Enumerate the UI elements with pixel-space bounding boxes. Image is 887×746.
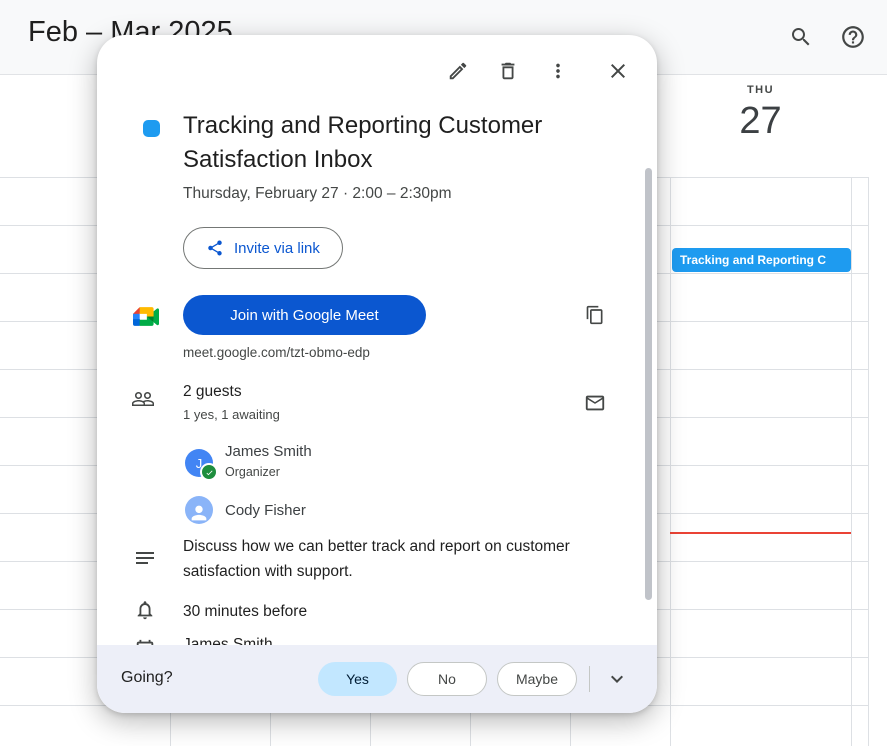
grid-line-vertical — [670, 177, 671, 746]
meet-link-text: meet.google.com/tzt-obmo-edp — [183, 345, 370, 360]
more-options-icon[interactable] — [544, 57, 572, 85]
calendar-icon — [134, 638, 156, 645]
email-guests-icon[interactable] — [581, 389, 609, 417]
edit-event-icon[interactable] — [444, 57, 472, 85]
join-google-meet-button[interactable]: Join with Google Meet — [183, 295, 426, 335]
rsvp-maybe-button[interactable]: Maybe — [497, 662, 577, 696]
grid-line-vertical — [851, 177, 852, 746]
search-icon[interactable] — [784, 20, 818, 54]
accepted-check-icon — [200, 463, 218, 481]
close-icon[interactable] — [604, 57, 632, 85]
avatar — [185, 496, 213, 524]
rsvp-footer: Going? Yes No Maybe — [97, 645, 657, 713]
guests-icon — [131, 387, 155, 416]
going-label: Going? — [121, 669, 173, 687]
google-calendar-app: Feb – Mar 2025 THU 27 Tracking and Repor… — [0, 0, 887, 746]
attendee-role: Organizer — [225, 465, 280, 479]
day-of-week-label: THU — [670, 84, 851, 96]
guests-rsvp-summary: 1 yes, 1 awaiting — [183, 407, 280, 422]
attendee-name: James Smith — [225, 443, 312, 460]
notification-text: 30 minutes before — [183, 603, 307, 621]
event-title: Tracking and Reporting Customer Satisfac… — [183, 109, 613, 177]
invite-via-link-label: Invite via link — [234, 240, 320, 257]
notification-bell-icon — [134, 599, 156, 626]
current-time-indicator — [670, 532, 851, 534]
chevron-down-icon[interactable] — [601, 663, 633, 695]
help-icon[interactable] — [836, 20, 870, 54]
copy-meet-link-icon[interactable] — [581, 301, 609, 329]
avatar: J — [185, 449, 213, 477]
calendar-owner-name: James Smith — [183, 636, 273, 645]
event-color-swatch — [143, 120, 160, 137]
popup-scrollbar[interactable] — [645, 168, 652, 600]
share-icon — [206, 239, 224, 257]
event-datetime: Thursday, February 27 · 2:00 – 2:30pm — [183, 185, 452, 203]
grid-line-vertical — [868, 177, 869, 746]
calendar-event-chip[interactable]: Tracking and Reporting C — [672, 248, 851, 272]
guests-count: 2 guests — [183, 383, 242, 401]
rsvp-yes-button[interactable]: Yes — [318, 662, 397, 696]
description-icon — [133, 546, 157, 575]
day-number-label: 27 — [670, 100, 851, 143]
day-header-thu-27[interactable]: THU 27 — [670, 84, 851, 143]
event-description: Discuss how we can better track and repo… — [183, 534, 619, 584]
invite-via-link-button[interactable]: Invite via link — [183, 227, 343, 269]
rsvp-divider — [589, 666, 590, 692]
event-details-popup: Tracking and Reporting Customer Satisfac… — [97, 35, 657, 713]
event-details-content: Tracking and Reporting Customer Satisfac… — [97, 35, 657, 645]
google-meet-icon — [133, 304, 159, 329]
attendee-name: Cody Fisher — [225, 502, 306, 519]
delete-event-icon[interactable] — [494, 57, 522, 85]
person-icon — [188, 502, 210, 524]
rsvp-no-button[interactable]: No — [407, 662, 487, 696]
